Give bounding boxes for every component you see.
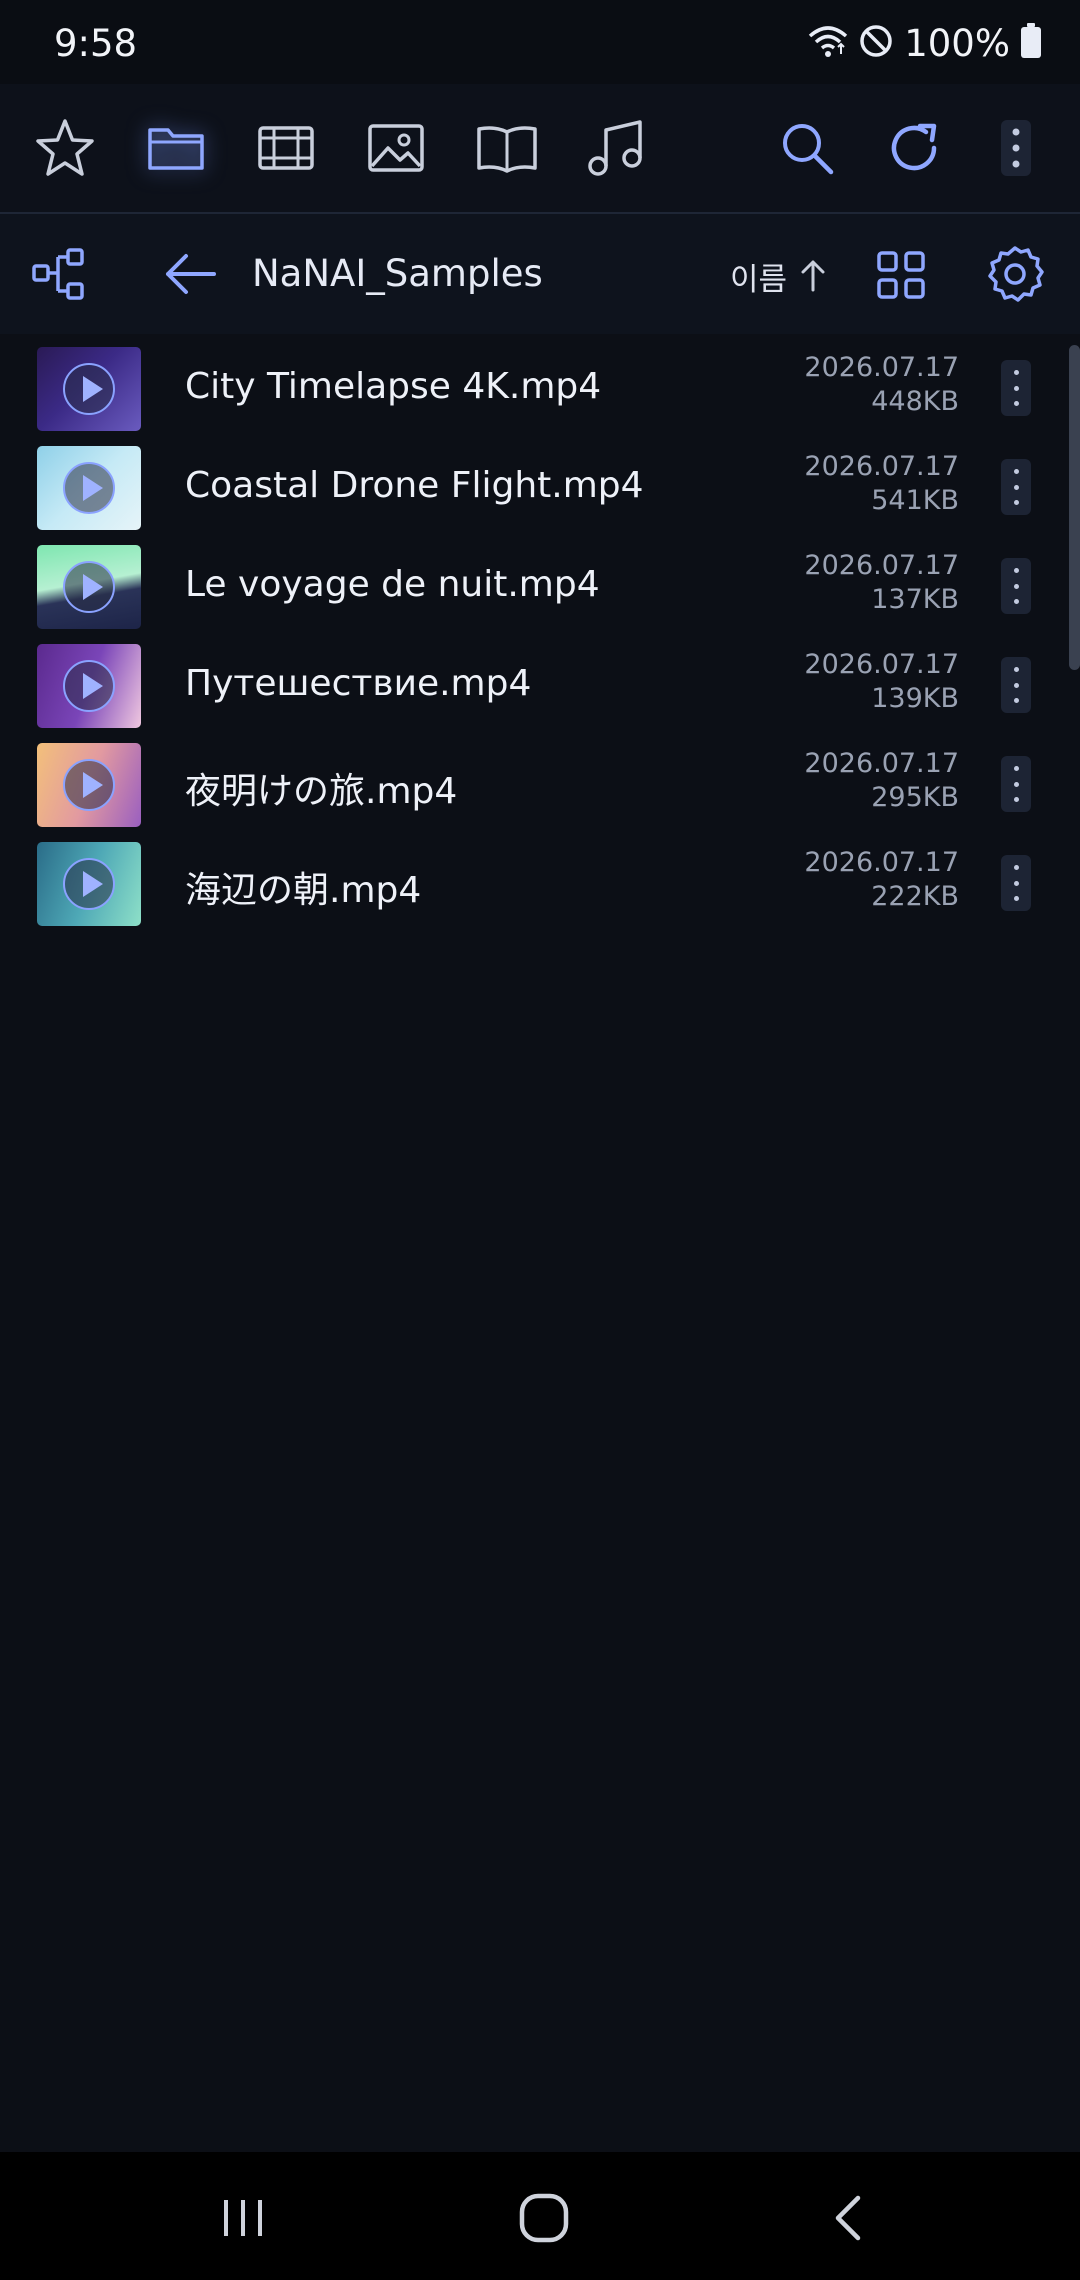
file-name: 夜明けの旅.mp4 bbox=[185, 771, 458, 812]
play-icon bbox=[63, 858, 115, 910]
top-toolbar bbox=[0, 84, 1080, 214]
file-size: 139KB bbox=[871, 683, 959, 714]
file-size: 137KB bbox=[871, 584, 959, 615]
file-name: City Timelapse 4K.mp4 bbox=[185, 366, 602, 407]
status-icons: 100% bbox=[808, 21, 1042, 65]
more-vertical-icon[interactable] bbox=[982, 114, 1050, 182]
status-time: 9:58 bbox=[54, 22, 138, 65]
video-thumbnail bbox=[37, 743, 141, 827]
video-thumbnail bbox=[37, 644, 141, 728]
wifi-icon bbox=[808, 24, 848, 62]
more-options-icon[interactable] bbox=[1001, 558, 1031, 614]
video-thumbnail bbox=[37, 545, 141, 629]
book-icon[interactable] bbox=[473, 114, 541, 182]
file-size: 448KB bbox=[871, 386, 959, 417]
play-icon bbox=[63, 660, 115, 712]
file-list: City Timelapse 4K.mp4 2026.07.17 448KB C… bbox=[0, 340, 1080, 934]
more-options-icon[interactable] bbox=[1001, 657, 1031, 713]
list-item[interactable]: Coastal Drone Flight.mp4 2026.07.17 541K… bbox=[0, 439, 1080, 538]
battery-percent: 100% bbox=[904, 21, 1010, 65]
more-options-icon[interactable] bbox=[1001, 459, 1031, 515]
recent-apps-icon[interactable] bbox=[213, 2190, 273, 2246]
file-size: 222KB bbox=[871, 881, 959, 912]
file-name: Le voyage de nuit.mp4 bbox=[185, 564, 600, 605]
more-options-icon[interactable] bbox=[1001, 756, 1031, 812]
more-options-icon[interactable] bbox=[1001, 855, 1031, 911]
grid-view-icon[interactable] bbox=[876, 250, 926, 304]
sort-up-arrow-icon[interactable] bbox=[800, 258, 826, 296]
file-date: 2026.07.17 bbox=[804, 352, 959, 383]
home-icon[interactable] bbox=[514, 2190, 574, 2246]
file-name: Coastal Drone Flight.mp4 bbox=[185, 465, 644, 506]
file-name: Путешествие.mp4 bbox=[185, 663, 532, 704]
play-icon bbox=[63, 462, 115, 514]
folder-icon[interactable] bbox=[142, 114, 210, 182]
back-arrow-icon[interactable] bbox=[160, 244, 220, 308]
star-icon[interactable] bbox=[31, 114, 99, 182]
film-icon[interactable] bbox=[252, 114, 320, 182]
do-not-disturb-icon bbox=[858, 23, 894, 63]
refresh-icon[interactable] bbox=[880, 114, 948, 182]
music-icon[interactable] bbox=[582, 114, 650, 182]
file-date: 2026.07.17 bbox=[804, 748, 959, 779]
file-size: 295KB bbox=[871, 782, 959, 813]
current-folder-name: NaNAI_Samples bbox=[252, 252, 543, 295]
play-icon bbox=[63, 759, 115, 811]
video-thumbnail bbox=[37, 347, 141, 431]
file-date: 2026.07.17 bbox=[804, 847, 959, 878]
list-item[interactable]: City Timelapse 4K.mp4 2026.07.17 448KB bbox=[0, 340, 1080, 439]
list-item[interactable]: Путешествие.mp4 2026.07.17 139KB bbox=[0, 637, 1080, 736]
file-date: 2026.07.17 bbox=[804, 451, 959, 482]
more-options-icon[interactable] bbox=[1001, 360, 1031, 416]
file-date: 2026.07.17 bbox=[804, 649, 959, 680]
list-item[interactable]: 海辺の朝.mp4 2026.07.17 222KB bbox=[0, 835, 1080, 934]
file-name: 海辺の朝.mp4 bbox=[185, 870, 422, 911]
scrollbar[interactable] bbox=[1069, 345, 1080, 670]
image-icon[interactable] bbox=[362, 114, 430, 182]
play-icon bbox=[63, 363, 115, 415]
video-thumbnail bbox=[37, 446, 141, 530]
file-size: 541KB bbox=[871, 485, 959, 516]
play-icon bbox=[63, 561, 115, 613]
tree-icon[interactable] bbox=[28, 244, 88, 308]
video-thumbnail bbox=[37, 842, 141, 926]
file-date: 2026.07.17 bbox=[804, 550, 959, 581]
path-bar: NaNAI_Samples 이름 bbox=[0, 214, 1080, 334]
battery-icon bbox=[1020, 23, 1042, 63]
list-item[interactable]: 夜明けの旅.mp4 2026.07.17 295KB bbox=[0, 736, 1080, 835]
system-nav-bar bbox=[0, 2152, 1080, 2280]
settings-icon[interactable] bbox=[984, 244, 1046, 310]
status-bar: 9:58 100% bbox=[0, 0, 1080, 84]
search-icon[interactable] bbox=[773, 114, 841, 182]
back-icon[interactable] bbox=[818, 2190, 878, 2246]
sort-label[interactable]: 이름 bbox=[730, 254, 787, 299]
list-item[interactable]: Le voyage de nuit.mp4 2026.07.17 137KB bbox=[0, 538, 1080, 637]
